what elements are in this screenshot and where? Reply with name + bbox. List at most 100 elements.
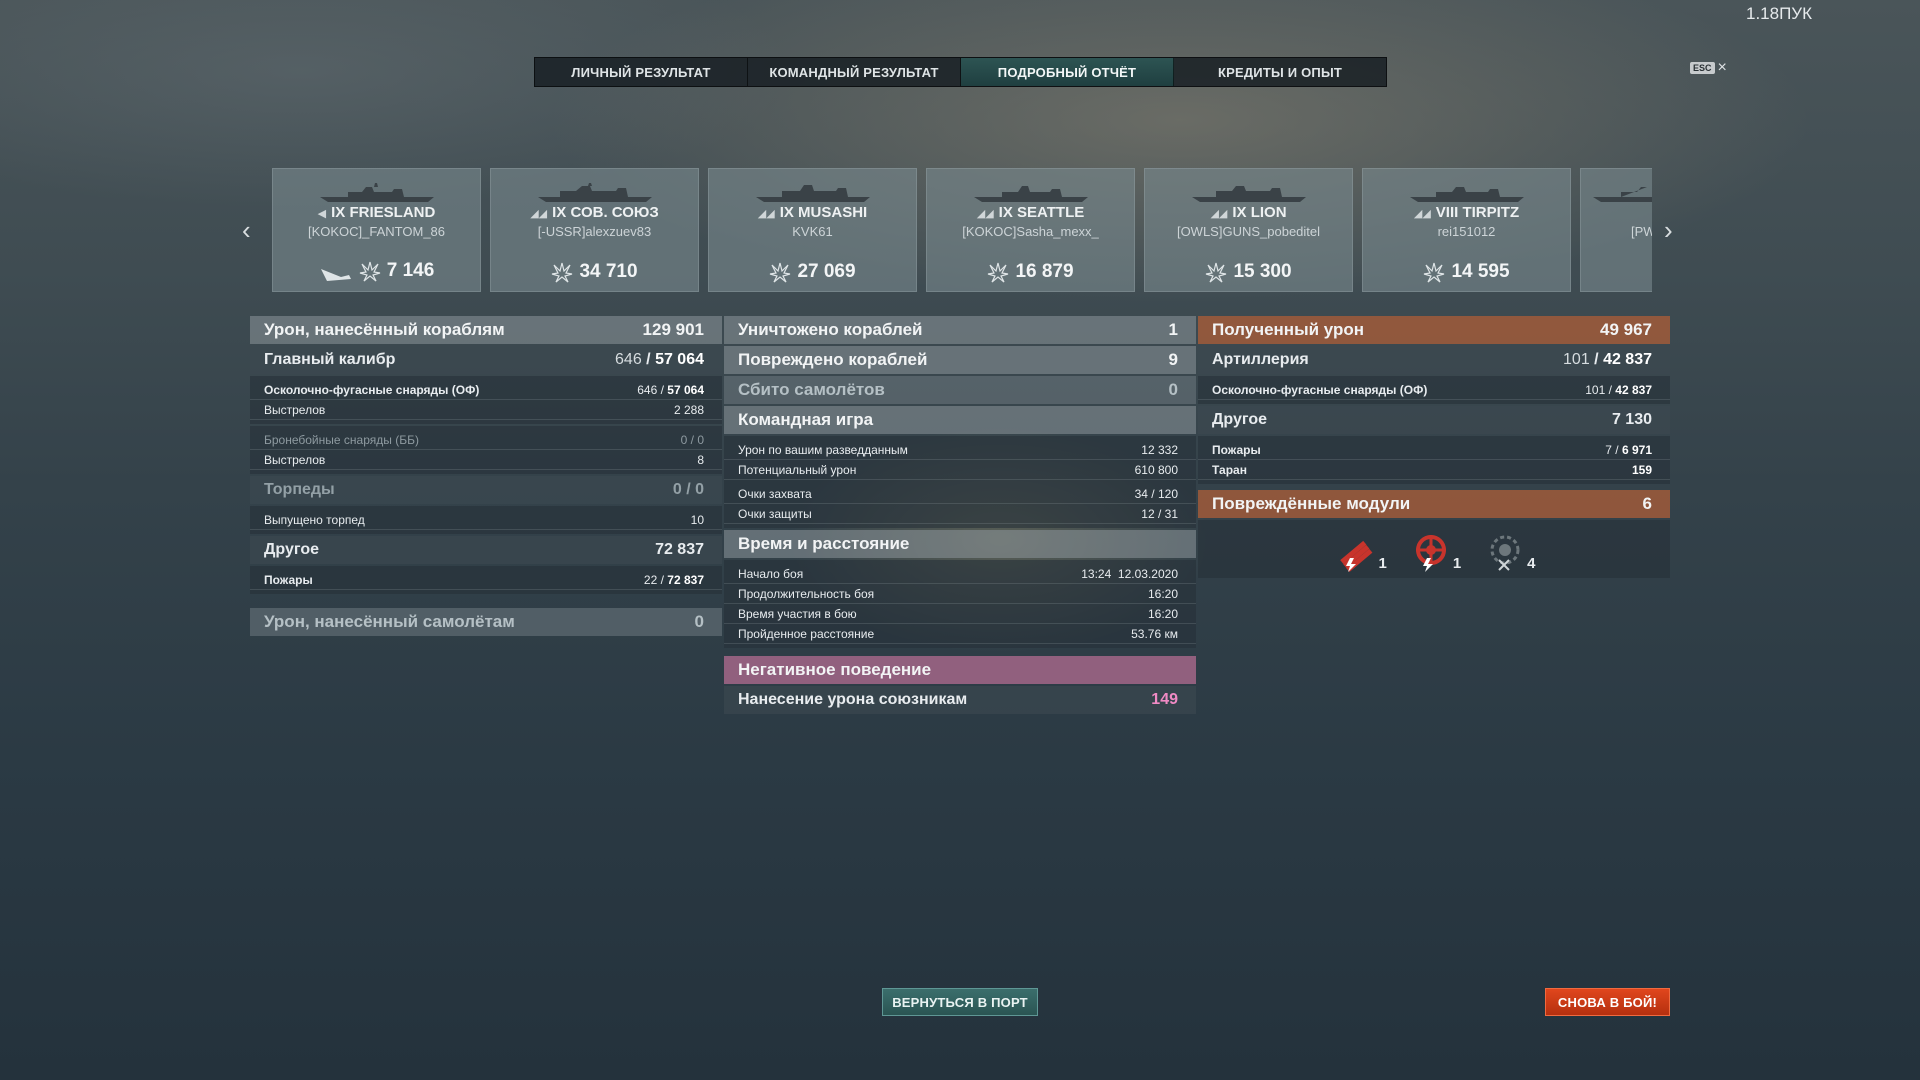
battle-start-row: Начало боя 13:24 12.03.2020	[724, 564, 1196, 584]
carousel-next-arrow[interactable]: ›	[1664, 216, 1673, 244]
damage-burst-icon	[1424, 262, 1445, 283]
damaged-ships-carousel: ◀ IX FRIESLAND [KOKOC]_FANTOM_86 7 146 ◢◢…	[272, 168, 1652, 292]
ship-name: IX MUSASHI	[779, 204, 868, 221]
player-name: KVK61	[792, 224, 833, 239]
main-battery-row: Главный калибр 646 / 57 064	[250, 346, 722, 374]
return-to-port-button[interactable]: ВЕРНУТЬСЯ В ПОРТ	[882, 988, 1038, 1016]
received-fires-row: Пожары 7 / 6 971	[1198, 440, 1670, 460]
damage-value: 16 879	[1015, 261, 1074, 282]
received-other-row: Другое 7 130	[1198, 406, 1670, 434]
ship-name: IX SEATTLE	[998, 204, 1085, 221]
tab-credits-xp[interactable]: КРЕДИТЫ И ОПЫТ	[1174, 58, 1386, 86]
he-shells-row: Осколочно-фугасные снаряды (ОФ) 646 / 57 …	[250, 380, 722, 400]
battle-stats-panel: Уничтожено кораблей 1 Повреждено кораблей…	[724, 316, 1196, 716]
ship-card[interactable]: ◢◢ IX LION [OWLS]GUNS_pobeditel 15 300	[1144, 168, 1353, 292]
spotting-damage-row: Урон по вашим разведданным 12 332	[724, 440, 1196, 460]
tab-team-result[interactable]: КОМАНДНЫЙ РЕЗУЛЬТАТ	[748, 58, 961, 86]
damage-value: 14 595	[1451, 261, 1510, 282]
tab-personal-result[interactable]: ЛИЧНЫЙ РЕЗУЛЬТАТ	[535, 58, 748, 86]
other-damage-row: Другое 72 837	[250, 536, 722, 564]
damaged-modules-header: Повреждённые модули 6	[1198, 490, 1670, 518]
artillery-row: Артиллерия 101 / 42 837	[1198, 346, 1670, 374]
time-distance-header: Время и расстояние	[724, 530, 1196, 558]
player-name: rei151012	[1437, 224, 1496, 239]
ship-silhouette-icon	[1593, 187, 1652, 202]
module-item: 1	[1411, 532, 1461, 572]
team-play-header: Командная игра	[724, 406, 1196, 434]
ship-class-icon: ◢◢	[1210, 208, 1228, 220]
ship-card[interactable]: ◢◢ IX СОВ. СОЮЗ [-USSR]alexzuev83 34 710	[490, 168, 699, 292]
ship-class-icon: ◢◢	[976, 208, 994, 220]
ship-silhouette-icon	[319, 183, 434, 202]
close-button[interactable]: ESC ×	[1690, 60, 1727, 76]
torpedoes-row: Торпеды 0 / 0	[250, 476, 722, 504]
plane-shot-icon	[320, 269, 351, 281]
ship-damage-header: Урон, нанесённый кораблям 129 901	[250, 316, 722, 344]
damage-burst-icon	[1206, 262, 1227, 283]
results-tabs: ЛИЧНЫЙ РЕЗУЛЬТАТ КОМАНДНЫЙ РЕЗУЛЬТАТ ПОД…	[534, 57, 1387, 87]
received-he-row: Осколочно-фугасные снаряды (ОФ) 101 / 42 …	[1198, 380, 1670, 400]
esc-key-hint: ESC	[1690, 62, 1715, 74]
player-name: [KOKOC]Sasha_mexx_	[962, 224, 1099, 239]
ram-row: Таран 159	[1198, 460, 1670, 480]
ship-silhouette-icon	[973, 186, 1088, 202]
distance-row: Пройденное расстояние 53.76 км	[724, 624, 1196, 644]
torpedo-tubes-icon	[1340, 540, 1373, 572]
torpedoes-launched-row: Выпущено торпед 10	[250, 510, 722, 530]
planes-shot-down-row: Сбито самолётов 0	[724, 376, 1196, 404]
tab-detailed-report[interactable]: ПОДРОБНЫЙ ОТЧЁТ	[961, 58, 1174, 86]
received-damage-panel: Полученный урон 49 967 Артиллерия 101 / 42…	[1198, 316, 1670, 578]
ship-silhouette-icon	[1191, 186, 1306, 202]
ship-card[interactable]: ◀ IX FRIESLAND [KOKOC]_FANTOM_86 7 146	[272, 168, 481, 292]
damage-value: 15 300	[1233, 261, 1292, 282]
dealt-damage-panel: Урон, нанесённый кораблям 129 901 Главный…	[250, 316, 722, 638]
negative-behavior-header: Негативное поведение	[724, 656, 1196, 684]
ship-silhouette-icon	[537, 183, 652, 202]
defense-points-row: Очки защиты 12 / 31	[724, 504, 1196, 524]
ship-card[interactable]: ◢◢ IX MUSASHI KVK61 27 069	[708, 168, 917, 292]
received-damage-header: Полученный урон 49 967	[1198, 316, 1670, 344]
carousel-prev-arrow[interactable]: ‹	[242, 216, 251, 244]
damage-value: 34 710	[579, 261, 638, 282]
ships-destroyed-row: Уничтожено кораблей 1	[724, 316, 1196, 344]
player-name: [PW	[1631, 224, 1652, 239]
participation-time-row: Время участия в бою 16:20	[724, 604, 1196, 624]
plane-damage-header: Урон, нанесённый самолётам 0	[250, 608, 722, 636]
player-name: [KOKOC]_FANTOM_86	[307, 224, 446, 239]
damaged-modules-list: 1 1 4	[1198, 520, 1670, 578]
damage-burst-icon	[359, 261, 380, 282]
player-name: [-USSR]alexzuev83	[537, 224, 652, 239]
damage-value: 27 069	[797, 261, 856, 282]
ship-silhouette-icon	[755, 185, 870, 202]
damage-burst-icon	[988, 262, 1009, 283]
ship-silhouette-icon	[1409, 187, 1524, 202]
ship-class-icon: ◀	[317, 208, 327, 220]
ship-class-icon: ◢◢	[757, 208, 775, 220]
ap-shells-row: Бронебойные снаряды (ББ) 0 / 0	[250, 430, 722, 450]
module-item: 1	[1332, 532, 1387, 572]
player-name: [OWLS]GUNS_pobeditel	[1176, 224, 1321, 239]
ships-damaged-row: Повреждено кораблей 9	[724, 346, 1196, 374]
capture-points-row: Очки захвата 34 / 120	[724, 484, 1196, 504]
ap-shots-row: Выстрелов 8	[250, 450, 722, 470]
ship-card[interactable]: [PW	[1580, 168, 1652, 292]
ship-name: VIII TIRPITZ	[1435, 204, 1520, 221]
ship-name: IX FRIESLAND	[331, 204, 436, 221]
damage-burst-icon	[552, 262, 573, 283]
game-version: 1.18ПУК	[1745, 4, 1812, 23]
steering-gear-icon	[1415, 535, 1446, 572]
damage-value: 7 146	[386, 260, 435, 281]
ship-name: IX LION	[1232, 204, 1287, 221]
fires-row: Пожары 22 / 72 837	[250, 570, 722, 590]
ship-class-icon: ◢◢	[1413, 208, 1431, 220]
ship-name: IX СОВ. СОЮЗ	[552, 204, 659, 221]
damage-burst-icon	[770, 262, 791, 283]
module-item: 4	[1485, 532, 1536, 572]
ship-class-icon: ◢◢	[530, 208, 548, 220]
battle-again-button[interactable]: СНОВА В БОЙ!	[1545, 988, 1670, 1016]
he-shots-row: Выстрелов 2 288	[250, 400, 722, 420]
close-icon[interactable]: ×	[1718, 60, 1727, 76]
team-damage-row: Нанесение урона союзникам 149	[724, 686, 1196, 714]
ship-card[interactable]: ◢◢ VIII TIRPITZ rei151012 14 595	[1362, 168, 1571, 292]
ship-card[interactable]: ◢◢ IX SEATTLE [KOKOC]Sasha_mexx_ 16 879	[926, 168, 1135, 292]
